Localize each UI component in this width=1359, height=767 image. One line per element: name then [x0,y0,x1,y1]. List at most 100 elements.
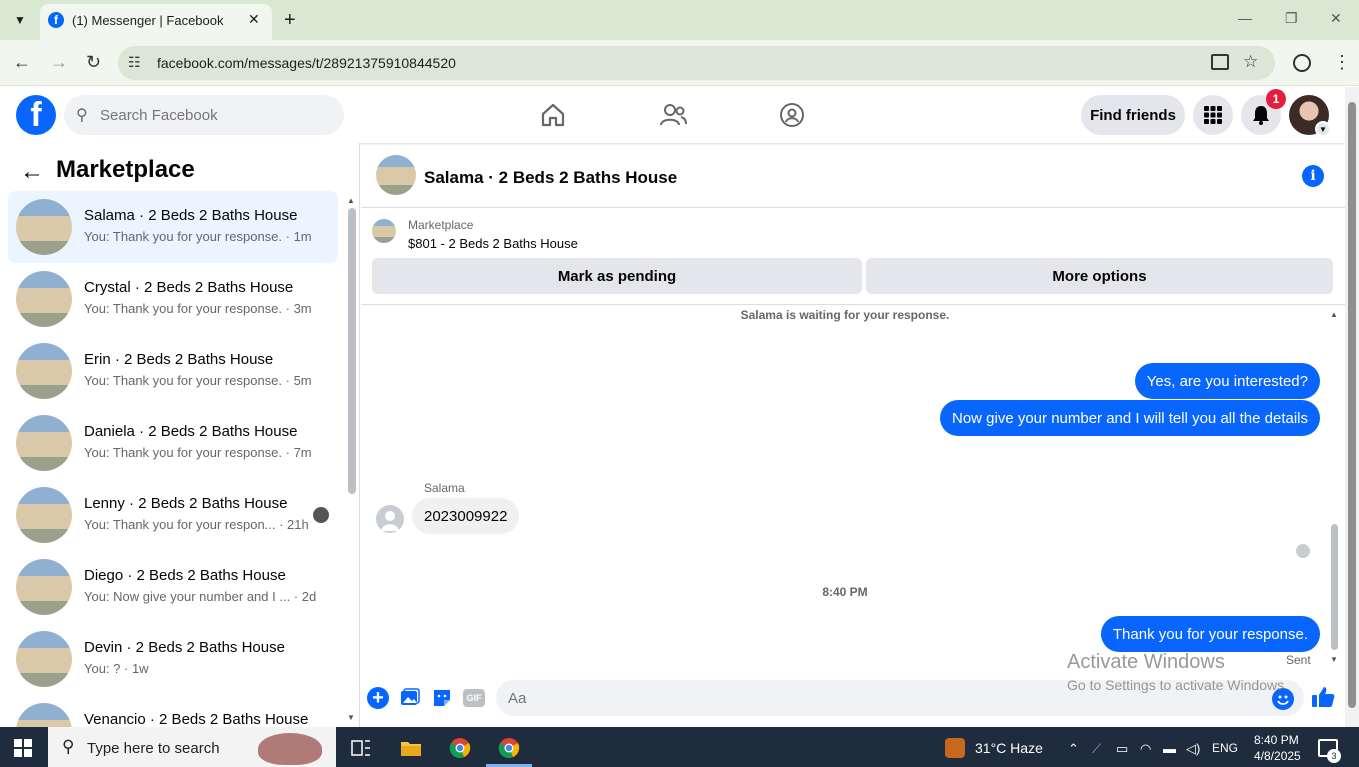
weather-text[interactable]: 31°C Haze [975,740,1043,756]
listing-thumbnail [16,631,72,687]
message-scrollbar[interactable] [1331,524,1338,650]
listing-thumbnail [16,199,72,255]
listing-thumbnail [16,271,72,327]
volume-icon[interactable]: ◁) [1186,741,1200,757]
tab-close-icon[interactable]: ✕ [248,11,260,28]
chat-avatar[interactable] [376,155,416,195]
sidebar-title: Marketplace [56,156,195,183]
hippo-illustration-icon [258,733,322,765]
gif-button[interactable]: GIF [463,689,485,707]
file-explorer-icon[interactable] [400,737,422,759]
listing-price[interactable]: $801 - 2 Beds 2 Baths House [408,236,578,251]
message-timestamp: 8:40 PM [822,585,868,599]
minimize-icon[interactable]: — [1238,10,1252,26]
conversation-item[interactable]: Crystal · 2 Beds 2 Baths House You: Than… [8,263,338,335]
browser-menu-icon[interactable]: ⋮ [1333,52,1351,73]
conversation-item[interactable]: Devin · 2 Beds 2 Baths House You: ? · 1w [8,623,338,695]
outgoing-message[interactable]: Yes, are you interested? [1134,363,1320,399]
listing-thumbnail [16,415,72,471]
like-thumb-icon[interactable] [1310,684,1336,710]
page-scrollbar[interactable] [1348,102,1356,708]
conversation-name: Daniela · 2 Beds 2 Baths House [84,423,298,440]
facebook-favicon-icon: f [48,12,64,28]
find-friends-button[interactable]: Find friends [1081,95,1185,135]
scroll-down-icon[interactable]: ▼ [1330,655,1338,664]
conversation-item[interactable]: Daniela · 2 Beds 2 Baths House You: Than… [8,407,338,479]
forward-icon[interactable]: → [50,52,68,73]
menu-grid-icon[interactable] [1193,95,1233,135]
site-info-icon[interactable]: ☷ [128,54,141,71]
taskbar-search-text[interactable]: Type here to search [87,740,220,757]
tab-search-chevron-icon[interactable]: ▼ [8,8,32,32]
friends-icon[interactable] [658,100,688,130]
outgoing-message[interactable]: Now give your number and I will tell you… [939,400,1320,436]
sidebar-scrollbar[interactable] [348,208,356,494]
conversation-item[interactable]: Venancio · 2 Beds 2 Baths House [8,695,338,727]
chat-title[interactable]: Salama · 2 Beds 2 Baths House [424,168,677,188]
pen-tray-icon[interactable]: ⟋ [1092,741,1101,757]
conversation-preview: You: Now give your number and I ... · 2d [84,589,317,604]
mark-as-pending-button[interactable]: Mark as pending [372,258,862,294]
activate-windows-subtitle: Go to Settings to activate Windows. [1067,677,1288,693]
chrome-active-icon[interactable] [498,737,520,759]
sender-avatar[interactable] [376,505,404,533]
incoming-message[interactable]: 2023009922 [412,498,520,534]
conversation-list: Salama · 2 Beds 2 Baths House You: Thank… [8,191,338,727]
conversation-preview: You: Thank you for your response. · 1m [84,229,312,244]
sticker-icon[interactable] [431,687,453,709]
conversation-item[interactable]: Erin · 2 Beds 2 Baths House You: Thank y… [8,335,338,407]
conversation-preview: You: Thank you for your respon... · 21h [84,517,309,532]
wifi-icon[interactable]: ◠ [1140,741,1151,757]
groups-icon[interactable] [777,100,807,130]
reload-icon[interactable]: ↻ [86,52,101,73]
weather-icon[interactable] [945,738,965,758]
conversation-preview: You: ? · 1w [84,661,149,676]
home-icon[interactable] [538,100,568,130]
listing-label: Marketplace [408,218,474,232]
info-icon[interactable]: i [1302,165,1324,187]
conversation-item[interactable]: Diego · 2 Beds 2 Baths House You: Now gi… [8,551,338,623]
restore-icon[interactable]: ❐ [1285,10,1298,27]
waiting-notice: Salama is waiting for your response. [740,308,950,322]
show-hidden-icons-icon[interactable]: ⌃ [1068,741,1079,757]
seen-avatar [313,507,329,523]
sender-name: Salama [424,481,465,495]
url-text[interactable]: facebook.com/messages/t/2892137591084452… [157,55,456,71]
bookmark-star-icon[interactable]: ☆ [1243,52,1258,72]
search-input[interactable] [100,104,320,126]
task-view-icon[interactable] [350,737,372,759]
conversation-preview: You: Thank you for your response. · 7m [84,445,312,460]
scroll-up-icon[interactable]: ▲ [1330,310,1338,319]
close-window-icon[interactable]: ✕ [1330,10,1342,27]
profile-icon[interactable] [1293,54,1311,72]
scroll-up-icon[interactable]: ▲ [347,196,355,205]
clock-time[interactable]: 8:40 PM [1254,733,1299,747]
conversation-item[interactable]: Salama · 2 Beds 2 Baths House You: Thank… [8,191,338,263]
photo-icon[interactable] [399,687,421,709]
new-tab-icon[interactable]: + [284,9,296,32]
chrome-icon[interactable] [449,737,471,759]
conversation-item[interactable]: Lenny · 2 Beds 2 Baths House You: Thank … [8,479,338,551]
listing-thumbnail [16,343,72,399]
windows-start-icon[interactable] [14,739,32,757]
battery-icon[interactable]: ▬ [1163,741,1176,756]
conversation-name: Salama · 2 Beds 2 Baths House [84,207,298,224]
conversation-name: Devin · 2 Beds 2 Baths House [84,639,285,656]
add-attachment-icon[interactable]: + [367,687,389,709]
facebook-logo-icon[interactable]: f [16,95,56,135]
outgoing-message[interactable]: Thank you for your response. [1100,616,1320,652]
notification-count-badge: 3 [1327,749,1341,763]
language-indicator[interactable]: ENG [1212,741,1238,755]
listing-thumbnail [372,219,396,243]
install-app-icon[interactable] [1211,54,1229,70]
listing-thumbnail [16,559,72,615]
clock-date[interactable]: 4/8/2025 [1254,749,1301,763]
conversation-name: Venancio · 2 Beds 2 Baths House [84,711,309,727]
meet-now-icon[interactable]: ▭ [1116,741,1128,757]
back-icon[interactable]: ← [13,52,31,73]
search-icon: ⚲ [62,737,75,756]
scroll-down-icon[interactable]: ▼ [347,713,355,722]
account-chevron-icon[interactable]: ▼ [1315,121,1331,137]
back-arrow-icon[interactable]: ← [20,158,44,186]
more-options-button[interactable]: More options [866,258,1333,294]
